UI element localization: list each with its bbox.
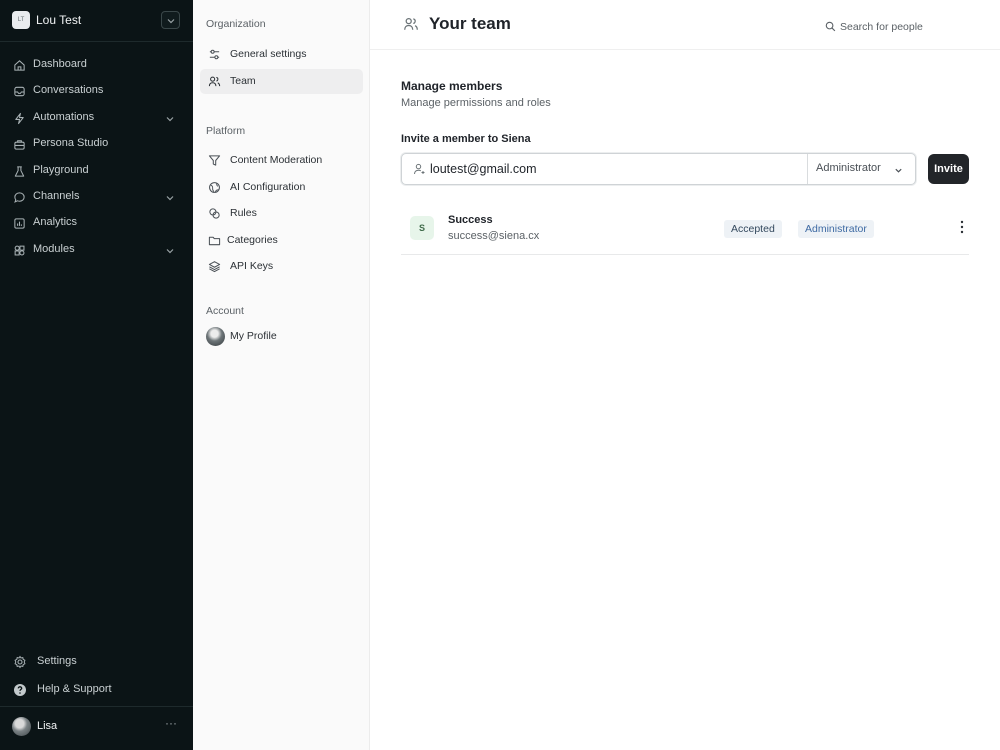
nav-item-playground[interactable]: Playground bbox=[0, 159, 193, 185]
nav-item-persona-studio[interactable]: Persona Studio bbox=[0, 132, 193, 158]
nav-item-label: Automations bbox=[33, 110, 95, 123]
avatar bbox=[12, 717, 31, 736]
user-menu[interactable]: Lisa ··· bbox=[0, 706, 193, 750]
more-vertical-icon[interactable] bbox=[958, 219, 966, 235]
status-badge: Accepted bbox=[724, 220, 782, 238]
home-icon bbox=[14, 60, 25, 71]
nav-item-modules[interactable]: Modules bbox=[0, 238, 193, 264]
nav-item-analytics[interactable]: Analytics bbox=[0, 211, 193, 237]
section-subtitle: Manage permissions and roles bbox=[401, 97, 551, 109]
main-nav: Dashboard Conversations Automations Pers… bbox=[0, 53, 193, 264]
main-sidebar: LT Lou Test Dashboard Conversations Auto… bbox=[0, 0, 193, 750]
nav-item-label: Analytics bbox=[33, 216, 78, 229]
member-name: Success bbox=[448, 214, 493, 226]
rules-icon bbox=[209, 208, 220, 219]
invite-email-input[interactable] bbox=[430, 154, 804, 184]
settings-label: Settings bbox=[37, 655, 77, 667]
layers-icon bbox=[208, 261, 221, 273]
users-icon bbox=[404, 17, 418, 30]
settings-item-my-profile[interactable]: My Profile bbox=[200, 324, 363, 349]
nav-item-label: Channels bbox=[33, 189, 80, 202]
settings-menu: Organization General settings Team Platf… bbox=[193, 0, 370, 750]
help-label: Help & Support bbox=[37, 683, 112, 695]
settings-item-label: AI Configuration bbox=[230, 181, 306, 193]
chevron-down-icon bbox=[167, 19, 175, 24]
chevron-down-icon[interactable] bbox=[165, 193, 175, 203]
users-icon bbox=[208, 76, 221, 87]
settings-item-label: API Keys bbox=[230, 260, 274, 272]
member-email: success@siena.cx bbox=[448, 230, 540, 242]
workspace-logo: LT bbox=[12, 11, 30, 29]
nav-item-dashboard[interactable]: Dashboard bbox=[0, 53, 193, 79]
invite-button[interactable]: Invite bbox=[928, 154, 969, 184]
role-select[interactable]: Administrator bbox=[807, 154, 915, 184]
search-icon bbox=[825, 21, 836, 32]
settings-item-label: Categories bbox=[227, 234, 278, 246]
section-heading-account: Account bbox=[206, 305, 244, 317]
section-heading-organization: Organization bbox=[206, 18, 266, 30]
role-badge: Administrator bbox=[798, 220, 874, 238]
section-title: Manage members bbox=[401, 79, 503, 93]
settings-item-label: Team bbox=[230, 75, 256, 87]
settings-item-label: Rules bbox=[230, 207, 257, 219]
user-name: Lisa bbox=[37, 720, 58, 732]
modules-icon bbox=[14, 245, 25, 256]
more-icon[interactable]: ··· bbox=[165, 716, 177, 730]
chevron-down-icon[interactable] bbox=[165, 246, 175, 256]
settings-item-label: Content Moderation bbox=[230, 154, 323, 166]
nav-item-channels[interactable]: Channels bbox=[0, 185, 193, 211]
settings-item-team[interactable]: Team bbox=[200, 69, 363, 94]
nav-item-label: Persona Studio bbox=[33, 137, 109, 150]
avatar: S bbox=[410, 216, 434, 240]
chevron-down-icon bbox=[895, 168, 902, 173]
filter-icon bbox=[208, 155, 221, 166]
person-icon bbox=[414, 163, 425, 175]
avatar bbox=[206, 327, 225, 346]
settings-item-content-moderation[interactable]: Content Moderation bbox=[200, 148, 363, 173]
gear-icon bbox=[14, 655, 26, 669]
table-row: S Success success@siena.cx Accepted Admi… bbox=[401, 203, 969, 255]
chevron-down-icon[interactable] bbox=[165, 114, 175, 124]
settings-item-api-keys[interactable]: API Keys bbox=[200, 254, 363, 279]
workspace-switcher[interactable]: LT Lou Test bbox=[0, 0, 193, 42]
nav-item-label: Playground bbox=[33, 163, 89, 176]
page-title: Your team bbox=[429, 14, 511, 33]
nav-item-conversations[interactable]: Conversations bbox=[0, 79, 193, 105]
settings-item-general[interactable]: General settings bbox=[200, 42, 363, 67]
nav-item-settings[interactable]: Settings bbox=[0, 651, 193, 673]
help-icon bbox=[14, 684, 26, 696]
workspace-name: Lou Test bbox=[36, 13, 82, 27]
search-box[interactable] bbox=[825, 18, 955, 36]
role-select-value: Administrator bbox=[816, 162, 881, 174]
nav-item-automations[interactable]: Automations bbox=[0, 106, 193, 132]
briefcase-icon bbox=[14, 140, 25, 150]
globe-icon bbox=[209, 182, 220, 193]
settings-item-ai-configuration[interactable]: AI Configuration bbox=[200, 175, 363, 200]
folder-icon bbox=[208, 236, 221, 246]
settings-item-categories[interactable]: Categories bbox=[200, 228, 363, 253]
settings-item-label: General settings bbox=[230, 48, 307, 60]
nav-item-label: Modules bbox=[33, 242, 75, 255]
page-header: Your team bbox=[370, 0, 1000, 50]
main-content: Your team Manage members Manage permissi… bbox=[370, 0, 1000, 750]
lightning-icon bbox=[15, 112, 24, 124]
sliders-icon bbox=[209, 49, 220, 60]
nav-item-help[interactable]: Help & Support bbox=[0, 679, 193, 701]
inbox-icon bbox=[14, 87, 25, 97]
nav-item-label: Conversations bbox=[33, 84, 104, 97]
invite-form: Administrator bbox=[401, 153, 916, 185]
nav-item-label: Dashboard bbox=[33, 58, 87, 70]
section-heading-platform: Platform bbox=[206, 125, 246, 137]
message-icon bbox=[14, 192, 25, 203]
invite-label: Invite a member to Siena bbox=[401, 133, 531, 145]
search-input[interactable] bbox=[840, 18, 950, 36]
workspace-dropdown-button[interactable] bbox=[161, 11, 180, 29]
settings-item-label: My Profile bbox=[230, 330, 277, 342]
chart-icon bbox=[14, 218, 25, 229]
settings-item-rules[interactable]: Rules bbox=[200, 201, 363, 226]
flask-icon bbox=[14, 165, 25, 177]
